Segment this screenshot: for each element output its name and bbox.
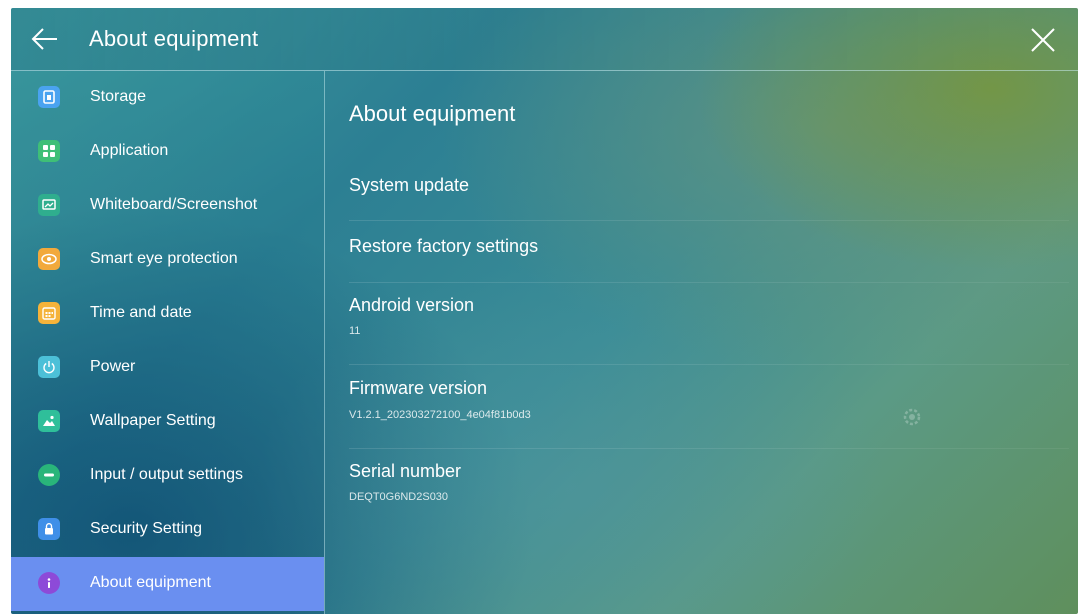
sidebar-item-smart-eye-protection[interactable]: Smart eye protection: [11, 233, 324, 287]
settings-window: About equipment Storage Application Whit…: [11, 8, 1078, 614]
gear-watermark-icon: [901, 406, 923, 428]
restore-factory-settings-label: Restore factory settings: [349, 236, 539, 256]
android-version-value: 11: [349, 325, 361, 337]
apps-grid-icon: [38, 140, 60, 162]
back-button[interactable]: [29, 24, 63, 54]
close-button[interactable]: [1027, 24, 1059, 56]
content-heading: About equipment: [349, 101, 516, 126]
input-output-icon: [38, 464, 60, 486]
sidebar-item-about-equipment[interactable]: About equipment: [11, 557, 324, 611]
sidebar-item-label: Smart eye protection: [90, 250, 238, 267]
power-icon: [38, 356, 60, 378]
page-title: About equipment: [89, 26, 259, 51]
sidebar-item-input-output-settings[interactable]: Input / output settings: [11, 449, 324, 503]
sidebar-item-security-setting[interactable]: Security Setting: [11, 503, 324, 557]
serial-number-value: DEQT0G6ND2S030: [349, 491, 449, 503]
sidebar-item-label: Time and date: [90, 304, 192, 321]
restore-factory-settings-row[interactable]: Restore factory settings: [349, 223, 1069, 281]
sidebar-item-label: Storage: [90, 88, 147, 105]
storage-icon: [38, 86, 60, 108]
sidebar-item-label: Security Setting: [90, 520, 203, 537]
firmware-version-value: V1.2.1_202303272100_4e04f81b0d3: [349, 409, 531, 421]
calendar-icon: [38, 302, 60, 324]
wallpaper-icon: [38, 410, 60, 432]
sidebar-item-whiteboard-screenshot[interactable]: Whiteboard/Screenshot: [11, 179, 324, 233]
top-bar: About equipment: [11, 8, 1078, 71]
sidebar-item-label: About equipment: [90, 574, 211, 591]
serial-number-label: Serial number: [349, 461, 462, 481]
eye-icon: [38, 248, 60, 270]
sidebar-item-power[interactable]: Power: [11, 341, 324, 395]
sidebar-item-label: Power: [90, 358, 136, 375]
sidebar-item-label: Wallpaper Setting: [90, 412, 216, 429]
android-version-label: Android version: [349, 295, 475, 315]
sidebar-item-storage[interactable]: Storage: [11, 71, 324, 125]
divider: [349, 364, 1069, 365]
sidebar-item-label: Whiteboard/Screenshot: [90, 196, 258, 213]
sidebar-item-application[interactable]: Application: [11, 125, 324, 179]
screenshot-icon: [38, 194, 60, 216]
close-icon: [1031, 28, 1055, 52]
divider: [349, 448, 1069, 449]
info-icon: [38, 572, 60, 594]
sidebar-item-wallpaper-setting[interactable]: Wallpaper Setting: [11, 395, 324, 449]
lock-icon: [38, 518, 60, 540]
arrow-left-icon: [31, 28, 57, 50]
sidebar-item-time-and-date[interactable]: Time and date: [11, 287, 324, 341]
divider: [349, 220, 1069, 221]
firmware-version-label: Firmware version: [349, 378, 488, 398]
sidebar-item-label: Application: [90, 142, 169, 159]
system-update-row[interactable]: System update: [349, 163, 1069, 219]
sidebar: Storage Application Whiteboard/Screensho…: [11, 71, 325, 614]
divider: [349, 282, 1069, 283]
main-content: About equipment System update Restore fa…: [349, 71, 1069, 614]
system-update-label: System update: [349, 175, 470, 195]
sidebar-item-label: Input / output settings: [90, 466, 243, 483]
